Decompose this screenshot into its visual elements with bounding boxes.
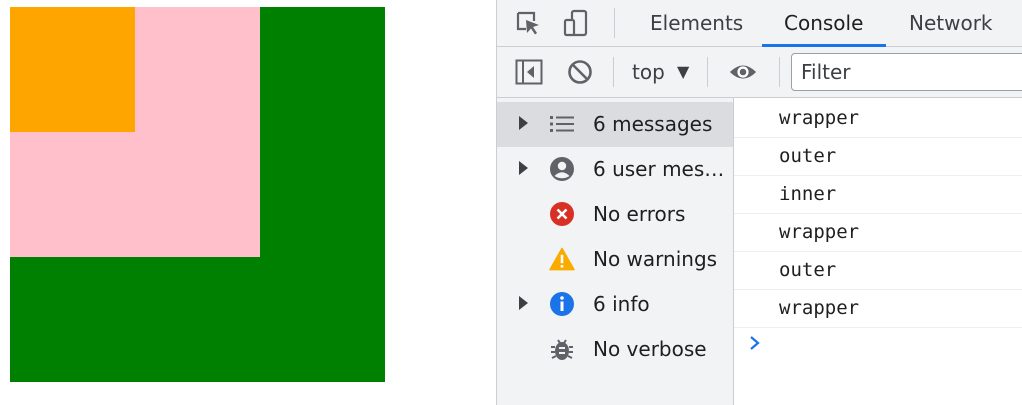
page-viewport bbox=[0, 0, 496, 405]
device-toolbar-icon[interactable] bbox=[561, 8, 591, 38]
sidebar-item-errors[interactable]: No errors bbox=[497, 192, 733, 237]
toolbar-divider bbox=[707, 57, 708, 87]
expand-arrow-icon[interactable] bbox=[519, 296, 528, 310]
inner-box[interactable] bbox=[10, 7, 135, 132]
filter-input[interactable]: Filter bbox=[791, 53, 1022, 91]
console-prompt-icon[interactable] bbox=[748, 334, 766, 354]
show-sidebar-icon[interactable] bbox=[514, 57, 544, 87]
console-message-text: outer bbox=[779, 145, 837, 167]
clear-console-icon[interactable] bbox=[565, 57, 595, 87]
tab-network[interactable]: Network bbox=[909, 0, 993, 46]
devtools-panel: Elements Console Network top ▼ Filter 6 … bbox=[496, 0, 1022, 405]
tab-elements[interactable]: Elements bbox=[650, 0, 743, 46]
console-message[interactable]: outer bbox=[734, 252, 1022, 290]
console-message-text: wrapper bbox=[779, 221, 860, 243]
expand-arrow-icon[interactable] bbox=[519, 161, 528, 175]
javascript-context-select[interactable]: top bbox=[632, 57, 665, 87]
sidebar-item-label: 6 messages bbox=[593, 112, 713, 136]
user-icon bbox=[549, 156, 575, 182]
sidebar-item-info[interactable]: 6 info bbox=[497, 282, 733, 327]
info-icon bbox=[549, 291, 575, 317]
sidebar-item-messages[interactable]: 6 messages bbox=[497, 102, 733, 147]
outer-box[interactable] bbox=[10, 7, 260, 257]
console-message[interactable]: wrapper bbox=[734, 290, 1022, 328]
sidebar-item-label: No verbose bbox=[593, 337, 707, 361]
sidebar-item-label: No errors bbox=[593, 202, 686, 226]
eye-icon[interactable] bbox=[728, 57, 758, 87]
sidebar-item-label: No warnings bbox=[593, 247, 718, 271]
console-toolbar: top ▼ Filter bbox=[497, 47, 1022, 98]
console-message-text: inner bbox=[779, 183, 837, 205]
console-message-text: wrapper bbox=[779, 297, 860, 319]
list-icon bbox=[549, 111, 575, 137]
warning-icon bbox=[549, 246, 575, 272]
toolbar-divider bbox=[779, 57, 780, 87]
sidebar-item-label: 6 user messages bbox=[593, 157, 729, 181]
toolbar-divider bbox=[613, 57, 614, 87]
devtools-tabbar: Elements Console Network bbox=[497, 0, 1022, 47]
sidebar-item-verbose[interactable]: No verbose bbox=[497, 327, 733, 372]
wrapper-box[interactable] bbox=[10, 7, 385, 382]
expand-arrow-icon[interactable] bbox=[519, 116, 528, 130]
console-message[interactable]: wrapper bbox=[734, 100, 1022, 138]
console-message[interactable]: outer bbox=[734, 138, 1022, 176]
error-icon bbox=[549, 201, 575, 227]
sidebar-item-user-messages[interactable]: 6 user messages bbox=[497, 147, 733, 192]
console-message-text: outer bbox=[779, 259, 837, 281]
console-message[interactable]: inner bbox=[734, 176, 1022, 214]
bug-icon bbox=[549, 336, 575, 362]
console-message-text: wrapper bbox=[779, 107, 860, 129]
sidebar-item-label: 6 info bbox=[593, 292, 650, 316]
console-message[interactable]: wrapper bbox=[734, 214, 1022, 252]
console-output[interactable]: wrapper outer inner wrapper outer wrappe… bbox=[734, 98, 1022, 405]
console-sidebar: 6 messages 6 user messages No errors bbox=[497, 98, 734, 405]
tab-console[interactable]: Console bbox=[784, 0, 863, 46]
chevron-down-icon[interactable]: ▼ bbox=[677, 57, 689, 87]
inspect-element-icon[interactable] bbox=[513, 8, 543, 38]
sidebar-item-warnings[interactable]: No warnings bbox=[497, 237, 733, 282]
tabbar-divider bbox=[614, 8, 615, 38]
